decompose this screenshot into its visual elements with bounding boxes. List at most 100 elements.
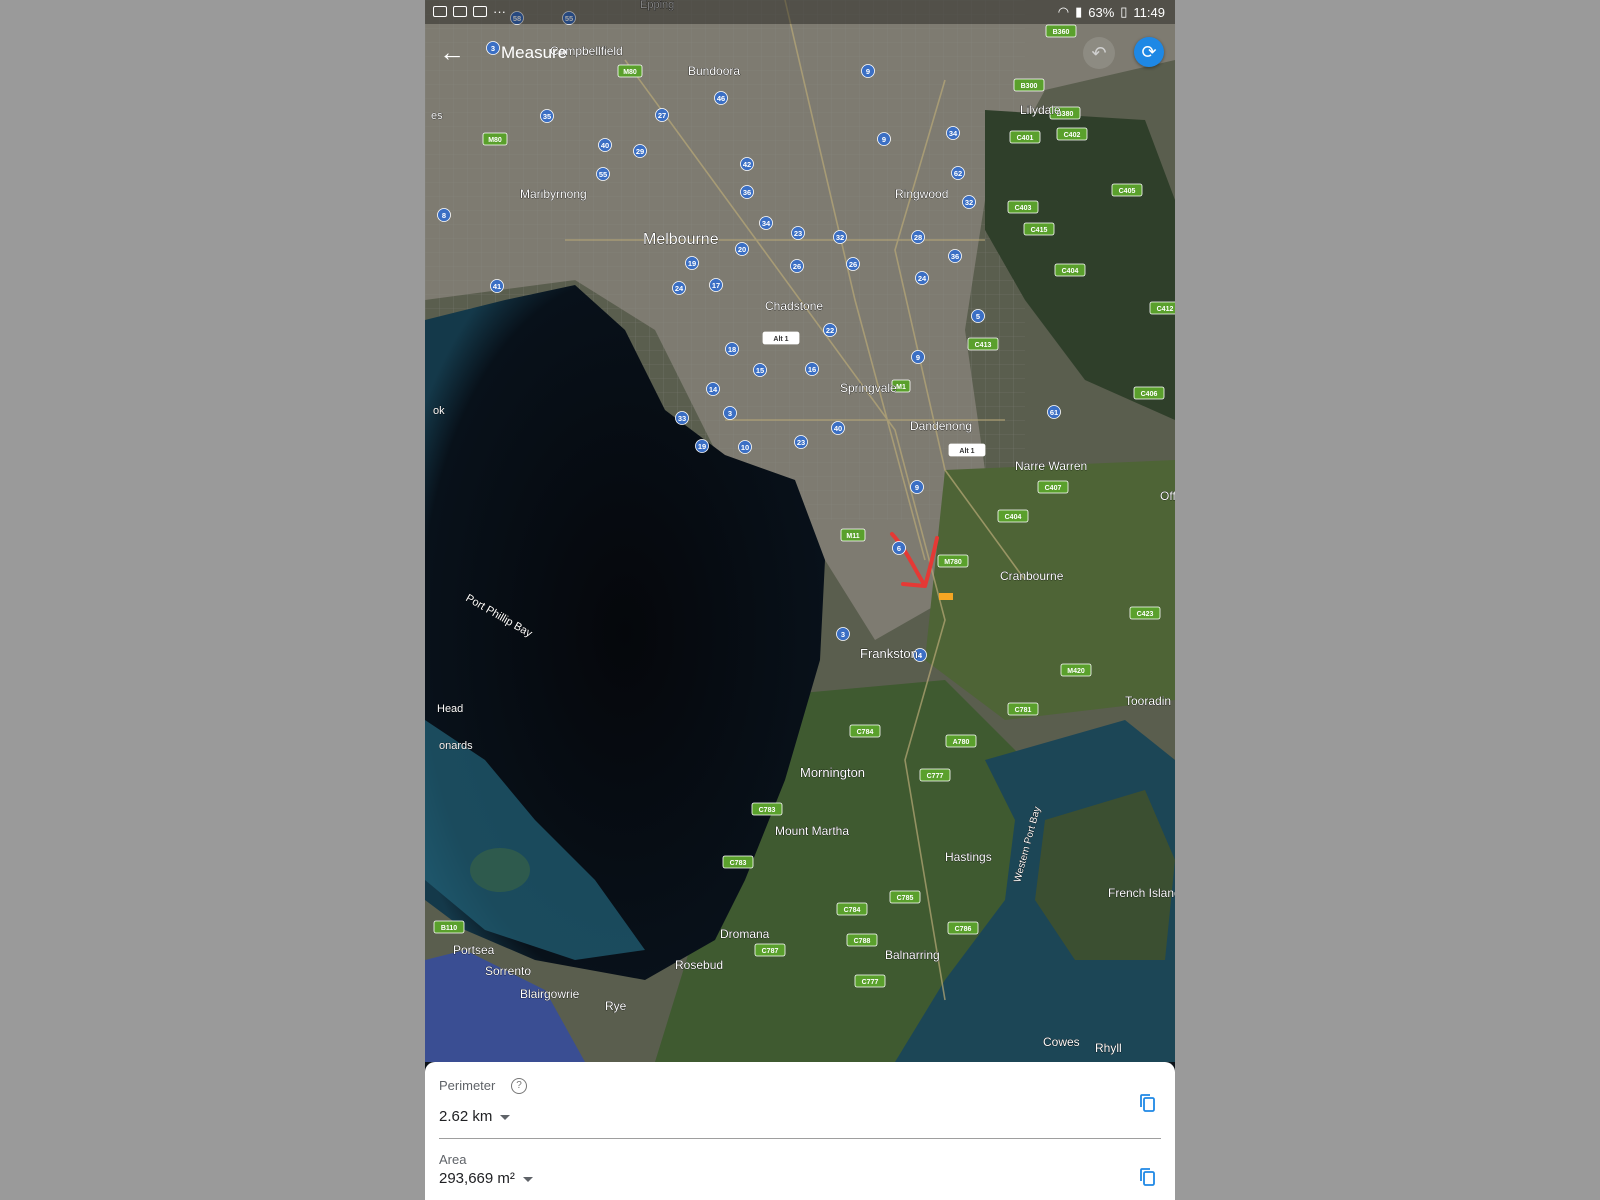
- route-shield: 41: [490, 279, 504, 293]
- route-shield: 5: [971, 309, 985, 323]
- route-shield: M11: [840, 528, 866, 542]
- farmland-southeast: [925, 460, 1175, 720]
- system-status: ◠ ▮ 63% ▯ 11:49: [1058, 4, 1165, 20]
- route-shield: 3: [836, 627, 850, 641]
- route-shield: 3: [723, 406, 737, 420]
- svg-text:C783: C783: [730, 860, 747, 867]
- svg-text:40: 40: [834, 424, 842, 433]
- svg-text:34: 34: [949, 129, 958, 138]
- map-place-label: Balnarring: [885, 948, 940, 962]
- caret-down-icon: [522, 1176, 533, 1182]
- satellite-map[interactable]: M80M80B360B300B380C401 C402C405C403C415C4…: [425, 0, 1175, 1062]
- area-value: 293,669 m²: [439, 1170, 515, 1187]
- route-shield: C403: [1007, 200, 1039, 214]
- wifi-icon: ◠: [1057, 4, 1070, 19]
- route-shield: 34: [759, 216, 773, 230]
- svg-text:C412: C412: [1157, 306, 1174, 313]
- route-shield: 19: [695, 439, 709, 453]
- route-shield: 15: [753, 363, 767, 377]
- svg-text:B110: B110: [441, 925, 457, 932]
- battery-icon: ▯: [1120, 4, 1128, 19]
- svg-text:8: 8: [442, 211, 446, 220]
- perimeter-value: 2.62 km: [439, 1108, 493, 1125]
- route-shield: 42: [740, 157, 754, 171]
- svg-text:32: 32: [965, 198, 973, 207]
- svg-text:M11: M11: [846, 533, 859, 540]
- route-shield: B110: [433, 920, 465, 934]
- route-shield: 55: [596, 167, 610, 181]
- map-place-label: Sorrento: [485, 964, 531, 978]
- undo-button[interactable]: ↶: [1083, 37, 1115, 69]
- svg-text:9: 9: [882, 135, 886, 144]
- measured-area[interactable]: [939, 593, 953, 600]
- svg-text:29: 29: [636, 147, 644, 156]
- route-shield: 14: [706, 382, 720, 396]
- svg-text:55: 55: [599, 170, 607, 179]
- svg-text:36: 36: [951, 252, 959, 261]
- more-notifications: ···: [493, 4, 506, 19]
- route-shield: 17: [709, 278, 723, 292]
- copy-icon[interactable]: [1137, 1166, 1159, 1188]
- route-shield: 46: [714, 91, 728, 105]
- map-place-label: Hastings: [945, 850, 992, 864]
- caret-down-icon: [500, 1114, 511, 1120]
- svg-text:40: 40: [601, 141, 609, 150]
- svg-text:16: 16: [808, 365, 816, 374]
- map-place-label: Chadstone: [765, 299, 823, 313]
- map-place-label: Tooradin: [1125, 694, 1171, 708]
- copy-icon[interactable]: [1137, 1092, 1159, 1114]
- route-shield: C412: [1149, 301, 1175, 315]
- area-unit-dropdown[interactable]: 293,669 m²: [439, 1170, 533, 1187]
- map-place-label: Mornington: [800, 765, 865, 780]
- svg-text:M1: M1: [896, 384, 906, 391]
- route-shield: 18: [725, 342, 739, 356]
- notification-icons: ···: [433, 4, 506, 19]
- route-shield: C402: [1056, 127, 1088, 141]
- svg-text:C777: C777: [927, 773, 944, 780]
- back-button[interactable]: ←: [437, 38, 467, 68]
- svg-text:3: 3: [841, 630, 845, 639]
- refresh-button[interactable]: ⟳: [1134, 37, 1164, 67]
- svg-text:C405: C405: [1119, 188, 1136, 195]
- perimeter-unit-dropdown[interactable]: 2.62 km: [439, 1108, 511, 1125]
- svg-text:24: 24: [918, 274, 927, 283]
- route-shield: 36: [740, 185, 754, 199]
- map-place-label: Ringwood: [895, 187, 948, 201]
- route-shield: 32: [962, 195, 976, 209]
- mail-notification-icon: [473, 6, 487, 17]
- route-shield: 26: [846, 257, 860, 271]
- route-shield: 32: [833, 230, 847, 244]
- route-shield: C415: [1023, 222, 1055, 236]
- route-shield: 35: [540, 109, 554, 123]
- map-place-label: Cowes: [1043, 1035, 1080, 1049]
- measurement-panel: Perimeter ? 2.62 km Area 293,669 m²: [425, 1062, 1175, 1200]
- svg-text:C784: C784: [857, 729, 874, 736]
- svg-text:61: 61: [1050, 408, 1058, 417]
- route-shield: M780: [937, 554, 969, 568]
- route-shield: 26: [790, 259, 804, 273]
- svg-text:19: 19: [698, 442, 706, 451]
- perimeter-label: Perimeter: [439, 1078, 496, 1093]
- svg-text:28: 28: [914, 233, 922, 242]
- route-shield: 23: [794, 435, 808, 449]
- svg-text:34: 34: [762, 219, 771, 228]
- svg-text:M80: M80: [488, 137, 502, 144]
- svg-text:20: 20: [738, 245, 746, 254]
- route-shield: 29: [633, 144, 647, 158]
- question-circle-icon[interactable]: ?: [511, 1078, 527, 1094]
- route-shield: C405: [1111, 183, 1143, 197]
- map-place-label: Narre Warren: [1015, 459, 1087, 473]
- route-shield: 27: [655, 108, 669, 122]
- svg-text:M780: M780: [944, 559, 962, 566]
- svg-text:6: 6: [897, 544, 901, 553]
- svg-text:Alt 1: Alt 1: [959, 448, 974, 455]
- route-shield: C784: [849, 724, 881, 738]
- route-shield: C777: [854, 974, 886, 988]
- route-shield: A780: [945, 734, 977, 748]
- map-place-label: onards: [439, 740, 473, 752]
- route-shield: 16: [805, 362, 819, 376]
- route-shield: C406: [1133, 386, 1165, 400]
- map-place-label: Lilydale: [1020, 103, 1061, 117]
- route-shield: 24: [672, 281, 686, 295]
- map-place-label: Dromana: [720, 927, 770, 941]
